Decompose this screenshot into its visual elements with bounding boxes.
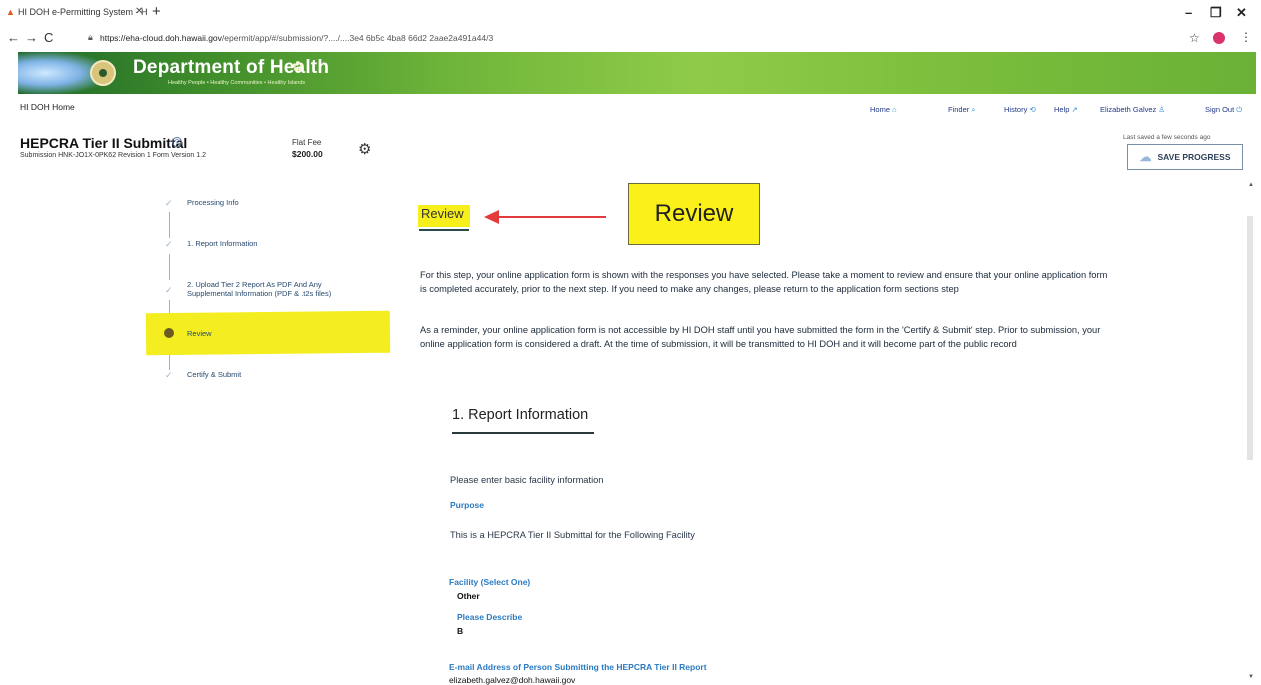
review-callout-box: Review: [628, 183, 760, 245]
step-review[interactable]: Review: [187, 329, 212, 338]
favicon-icon: ▲: [6, 7, 15, 17]
step-upload-tier2[interactable]: 2. Upload Tier 2 Report As PDF And Any S…: [187, 280, 357, 298]
gear-icon[interactable]: ⚙: [358, 140, 371, 158]
bookmark-star-icon[interactable]: ☆: [1189, 31, 1200, 45]
purpose-text: This is a HEPCRA Tier II Submittal for t…: [450, 530, 695, 540]
section-intro: Please enter basic facility information: [450, 475, 604, 485]
review-heading: Review: [421, 206, 464, 221]
scrollbar-thumb[interactable]: [1247, 216, 1253, 460]
nav-sign-out-link[interactable]: Sign Out ⏻: [1205, 105, 1242, 115]
history-icon: ⟲: [1029, 105, 1036, 114]
fee-label: Flat Fee: [292, 138, 322, 147]
current-step-highlight: [145, 310, 391, 356]
review-heading-underline: [419, 229, 469, 231]
page-title: HEPCRA Tier II Submittal: [20, 135, 188, 151]
step-certify-submit[interactable]: Certify & Submit: [187, 370, 241, 379]
forward-icon[interactable]: →: [25, 30, 38, 45]
scroll-down-icon[interactable]: ▼: [1248, 674, 1254, 680]
nav-label: Help: [1054, 105, 1070, 114]
back-icon[interactable]: ←: [7, 30, 20, 45]
nav-label: Sign Out: [1205, 105, 1235, 114]
nav-help-link[interactable]: Help ↗: [1054, 105, 1078, 114]
section-title-underline: [452, 432, 594, 434]
save-progress-button[interactable]: ☁ SAVE PROGRESS: [1127, 144, 1243, 170]
maximize-button[interactable]: ❐: [1210, 5, 1222, 21]
cloud-icon: ☁: [1139, 150, 1152, 164]
facility-value: Other: [457, 591, 480, 601]
reminder-paragraph: As a reminder, your online application f…: [420, 325, 1101, 349]
nav-history-link[interactable]: History ⟲: [1004, 105, 1036, 114]
check-icon: ✓: [165, 370, 173, 380]
stepper-connector: [169, 212, 170, 238]
describe-label: Please Describe: [457, 612, 523, 622]
browser-tab[interactable]: HI DOH e-Permitting System - H: [18, 7, 148, 17]
check-icon: ✓: [165, 285, 173, 295]
submission-meta: Submission HNK-JO1X-0PK62 Revision 1 For…: [20, 152, 206, 159]
save-progress-label: SAVE PROGRESS: [1157, 152, 1231, 162]
tab-close-icon[interactable]: ✕: [135, 6, 143, 17]
help-circle-icon[interactable]: ?: [172, 137, 182, 147]
profile-avatar[interactable]: [1213, 32, 1225, 44]
flower-logo-icon: ✿: [292, 58, 304, 74]
nav-label: History: [1004, 105, 1028, 114]
scroll-up-icon[interactable]: ▲: [1248, 182, 1254, 188]
lock-icon: 🔒︎: [88, 32, 93, 42]
state-seal-icon: [90, 60, 116, 86]
minimize-button[interactable]: –: [1185, 5, 1192, 20]
purpose-label: Purpose: [450, 500, 485, 510]
help-icon: ↗: [1071, 105, 1078, 114]
annotation-arrow: [498, 216, 606, 218]
step-processing-info[interactable]: Processing Info: [187, 198, 239, 207]
nav-user-link[interactable]: Elizabeth Galvez ♙: [1100, 105, 1165, 114]
check-icon: ✓: [165, 239, 173, 249]
nav-home-link[interactable]: Home ⌂: [870, 105, 897, 114]
site-banner: Department of Health ✿ Healthy People • …: [18, 52, 1256, 94]
email-label: E-mail Address of Person Submitting the …: [449, 662, 707, 672]
user-icon: ♙: [1158, 105, 1166, 114]
browser-toolbar: ← → C 🔒︎ https://eha-cloud.doh.hawaii.go…: [0, 26, 1261, 50]
last-saved-note: Last saved a few seconds ago: [1123, 134, 1211, 141]
nav-label: Finder: [948, 105, 970, 114]
fee-value: $200.00: [292, 149, 323, 159]
facility-label: Facility (Select One): [449, 577, 531, 587]
search-icon: ⌕: [971, 105, 976, 114]
check-icon: ✓: [165, 198, 173, 208]
describe-value: B: [457, 626, 464, 636]
section-title: 1. Report Information: [452, 407, 589, 423]
home-icon: ⌂: [892, 105, 897, 114]
current-step-dot: [164, 328, 174, 338]
reload-icon[interactable]: C: [44, 30, 53, 45]
department-tagline: Healthy People • Healthy Communities • H…: [168, 80, 306, 86]
new-tab-button[interactable]: +: [152, 3, 161, 20]
address-bar[interactable]: https://eha-cloud.doh.hawaii.gov/epermit…: [100, 33, 493, 43]
url-host: https://eha-cloud.doh.hawaii.gov: [100, 33, 222, 43]
close-window-button[interactable]: ✕: [1236, 5, 1247, 21]
hi-doh-home-link[interactable]: HI DOH Home: [20, 102, 75, 112]
annotation-arrow-head: [484, 210, 499, 224]
url-path: /epermit/app/#/submission/?..../....3e4 …: [221, 33, 494, 43]
power-icon: ⏻: [1236, 105, 1243, 114]
email-value: elizabeth.galvez@doh.hawaii.gov: [449, 675, 576, 685]
step-report-information[interactable]: 1. Report Information: [187, 239, 257, 248]
nav-finder-link[interactable]: Finder ⌕: [948, 105, 976, 115]
nav-label: Elizabeth Galvez: [1100, 105, 1157, 114]
nav-label: Home: [870, 105, 891, 114]
browser-menu-icon[interactable]: ⋮: [1240, 30, 1252, 44]
stepper-connector: [169, 254, 170, 280]
intro-paragraph: For this step, your online application f…: [420, 270, 1108, 294]
browser-tab-bar: ▲ HI DOH e-Permitting System - H ✕ + – ❐…: [0, 0, 1261, 26]
